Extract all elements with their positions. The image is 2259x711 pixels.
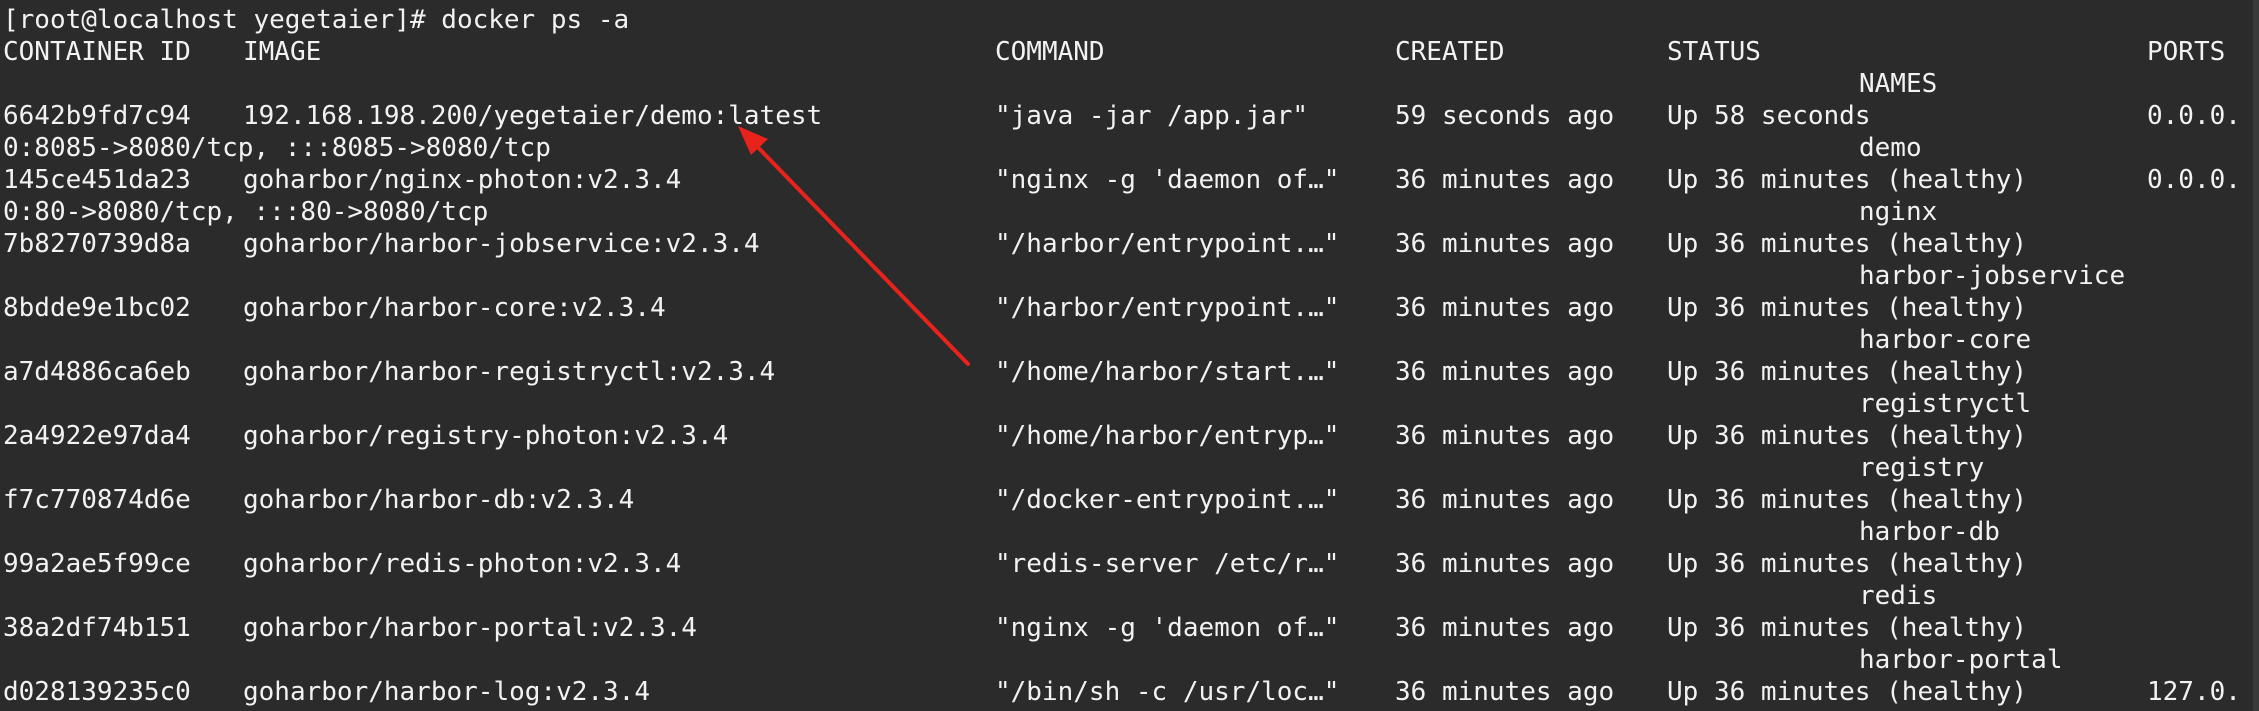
terminal-scrollbar[interactable] — [2253, 0, 2259, 711]
arrow-annotation-icon — [738, 126, 970, 366]
arrow-annotation-line — [746, 135, 970, 366]
terminal-window[interactable]: [root@localhost yegetaier]# docker ps -a… — [0, 0, 2259, 711]
